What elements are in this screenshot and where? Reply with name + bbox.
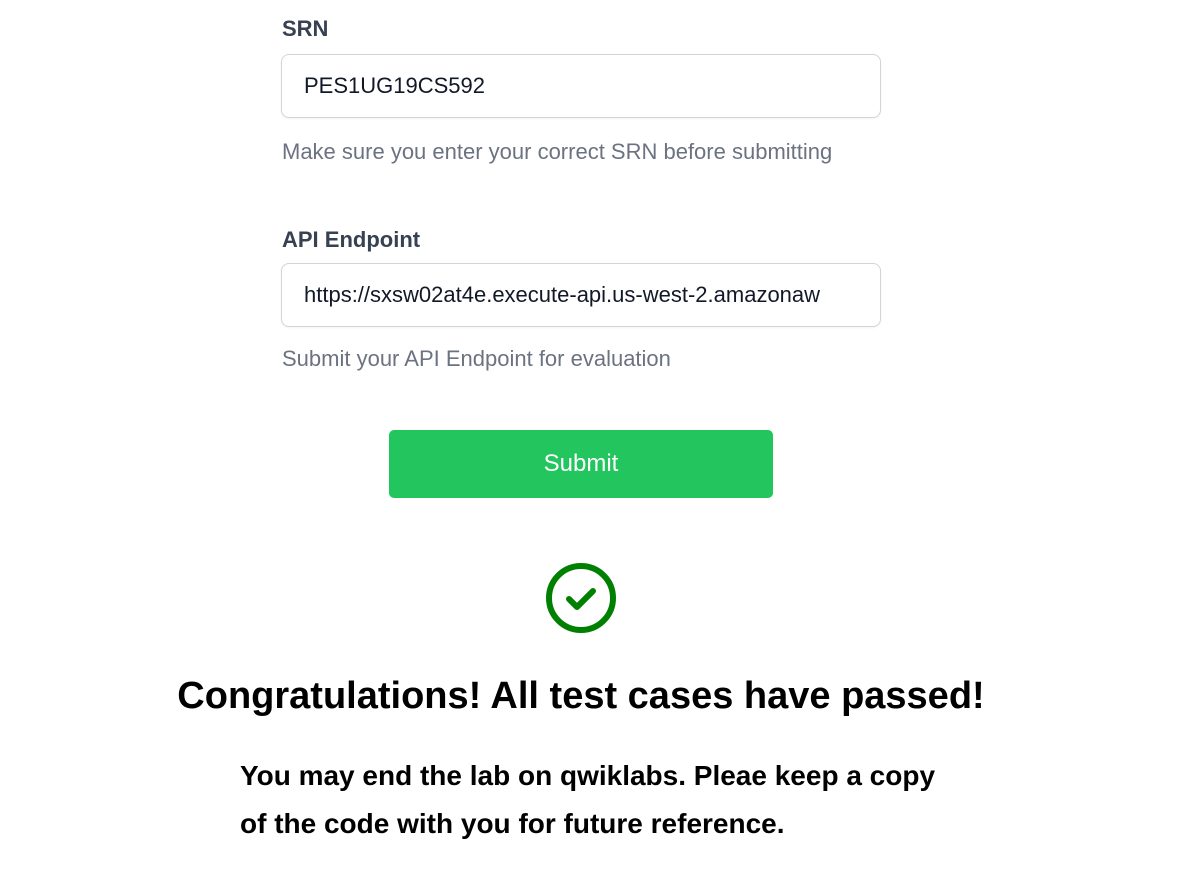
- api-endpoint-input[interactable]: [281, 263, 881, 327]
- success-message: You may end the lab on qwiklabs. Pleae k…: [240, 760, 936, 839]
- srn-help-text: Make sure you enter your correct SRN bef…: [282, 139, 833, 164]
- api-endpoint-help-text: Submit your API Endpoint for evaluation: [282, 346, 671, 371]
- check-circle-icon: [545, 562, 617, 634]
- api-endpoint-label: API Endpoint: [282, 227, 421, 252]
- submit-button[interactable]: Submit: [389, 430, 773, 498]
- success-title: Congratulations! All test cases have pas…: [177, 675, 985, 717]
- srn-input[interactable]: [281, 54, 881, 118]
- srn-label: SRN: [282, 16, 329, 41]
